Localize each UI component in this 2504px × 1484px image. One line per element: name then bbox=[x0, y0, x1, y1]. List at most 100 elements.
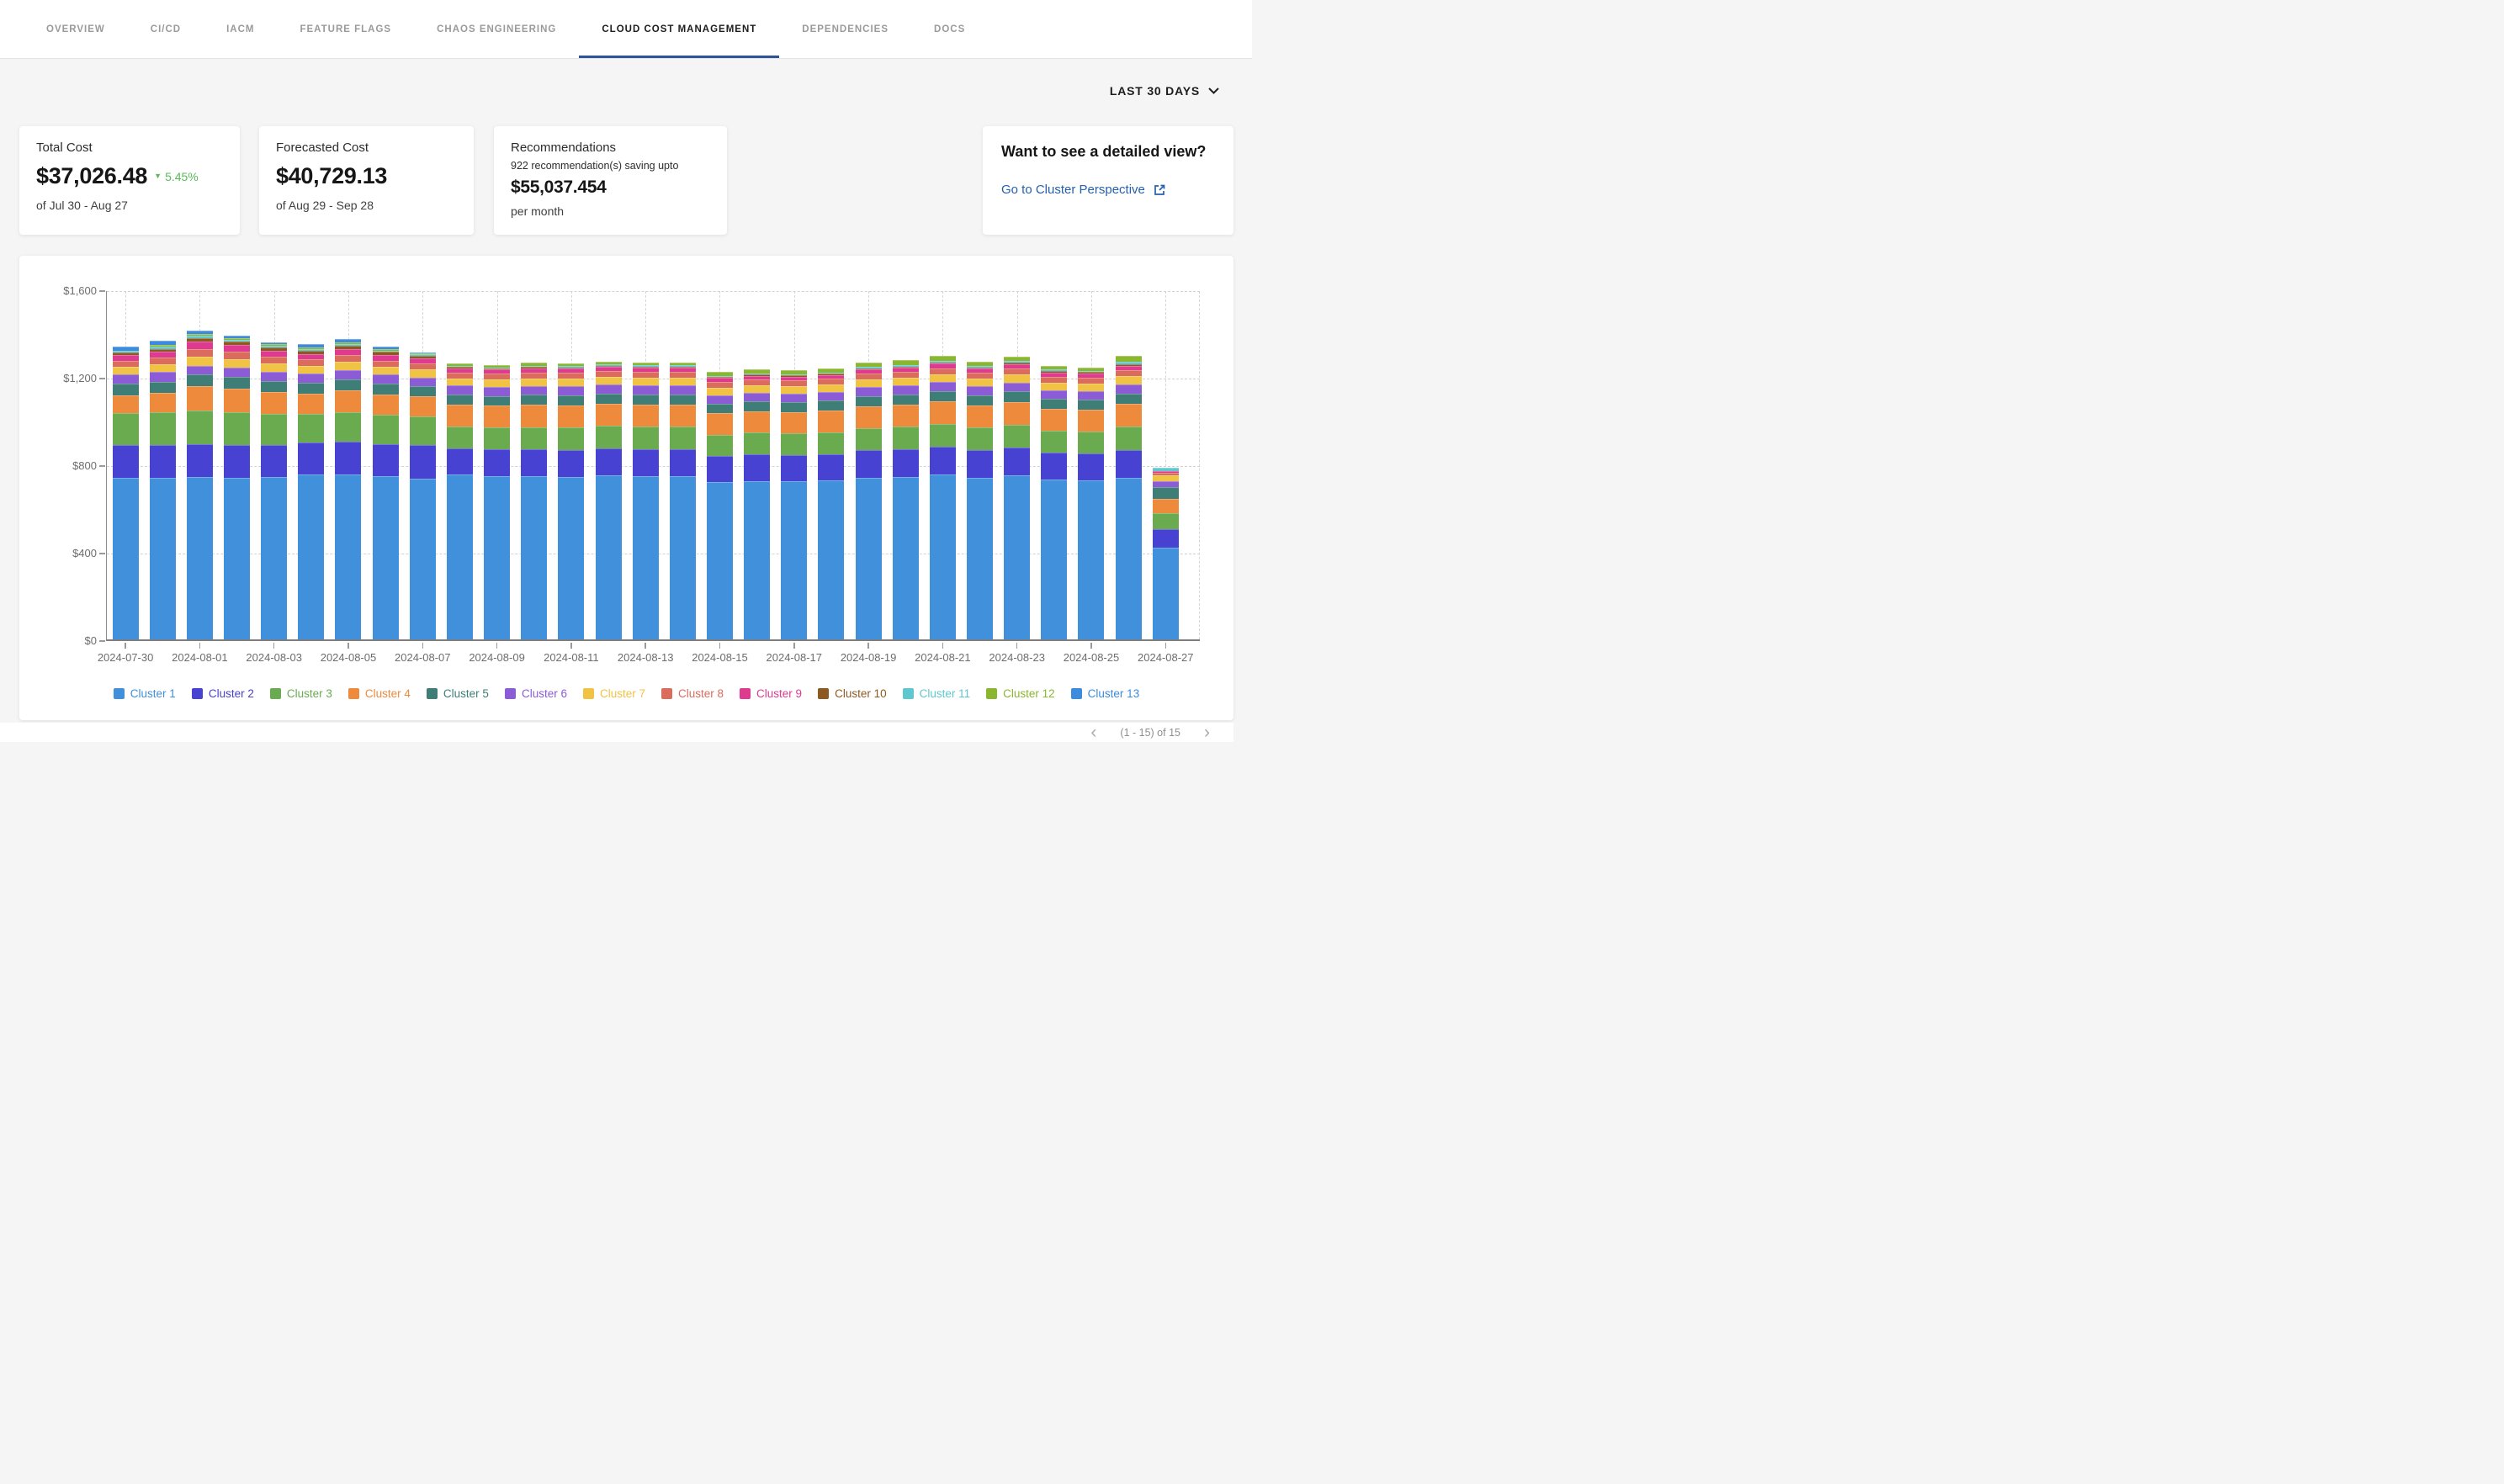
bar-segment[interactable] bbox=[967, 405, 993, 428]
bar-segment[interactable] bbox=[261, 351, 287, 357]
bar-segment[interactable] bbox=[484, 374, 510, 379]
bar-segment[interactable] bbox=[261, 381, 287, 392]
bar-segment[interactable] bbox=[261, 372, 287, 381]
bar-segment[interactable] bbox=[1116, 394, 1142, 404]
bar-segment[interactable] bbox=[1041, 377, 1067, 383]
bar-segment[interactable] bbox=[447, 405, 473, 427]
bar-segment[interactable] bbox=[856, 374, 882, 379]
bar-segment[interactable] bbox=[113, 374, 139, 384]
bar-segment[interactable] bbox=[261, 357, 287, 363]
bar-segment[interactable] bbox=[670, 449, 696, 476]
bar-segment[interactable] bbox=[670, 427, 696, 449]
bar-segment[interactable] bbox=[1004, 383, 1030, 392]
bar-segment[interactable] bbox=[1116, 370, 1142, 376]
bar-segment[interactable] bbox=[744, 385, 770, 393]
legend-item-cluster-6[interactable]: Cluster 6 bbox=[505, 687, 567, 700]
bar-segment[interactable] bbox=[670, 385, 696, 394]
bar-segment[interactable] bbox=[150, 382, 176, 393]
bar-segment[interactable] bbox=[224, 478, 250, 639]
bar-segment[interactable] bbox=[261, 445, 287, 477]
legend-item-cluster-12[interactable]: Cluster 12 bbox=[986, 687, 1055, 700]
bar-segment[interactable] bbox=[781, 386, 807, 394]
bar-segment[interactable] bbox=[1041, 383, 1067, 390]
bar-segment[interactable] bbox=[1116, 404, 1142, 427]
bar-segment[interactable] bbox=[1153, 513, 1179, 530]
stacked-bar[interactable] bbox=[633, 363, 659, 639]
bar-segment[interactable] bbox=[893, 405, 919, 427]
bar-segment[interactable] bbox=[335, 349, 361, 355]
bar-segment[interactable] bbox=[298, 366, 324, 374]
bar-segment[interactable] bbox=[224, 359, 250, 368]
bar-segment[interactable] bbox=[893, 372, 919, 378]
stacked-bar[interactable] bbox=[150, 341, 176, 639]
bar-segment[interactable] bbox=[856, 379, 882, 387]
bar-segment[interactable] bbox=[150, 372, 176, 382]
bar-segment[interactable] bbox=[187, 444, 213, 477]
bar-segment[interactable] bbox=[521, 395, 547, 405]
bar-segment[interactable] bbox=[967, 450, 993, 478]
bar-segment[interactable] bbox=[670, 378, 696, 385]
bar-segment[interactable] bbox=[373, 395, 399, 416]
bar-segment[interactable] bbox=[930, 447, 956, 474]
bar-segment[interactable] bbox=[707, 382, 733, 388]
tab-overview[interactable]: OVERVIEW bbox=[24, 0, 128, 58]
bar-segment[interactable] bbox=[113, 384, 139, 395]
stacked-bar[interactable] bbox=[410, 352, 436, 639]
bar-segment[interactable] bbox=[1041, 453, 1067, 480]
bar-segment[interactable] bbox=[558, 405, 584, 427]
bar-segment[interactable] bbox=[187, 349, 213, 357]
bar-segment[interactable] bbox=[113, 395, 139, 414]
bar-segment[interactable] bbox=[298, 383, 324, 393]
legend-item-cluster-11[interactable]: Cluster 11 bbox=[903, 687, 971, 700]
chevron-left-icon[interactable]: ‹ bbox=[1079, 725, 1108, 740]
bar-segment[interactable] bbox=[856, 450, 882, 477]
stacked-bar[interactable] bbox=[1116, 356, 1142, 639]
bar-segment[interactable] bbox=[596, 404, 622, 427]
bar-segment[interactable] bbox=[1041, 431, 1067, 453]
stacked-bar[interactable] bbox=[967, 362, 993, 639]
bar-segment[interactable] bbox=[633, 372, 659, 378]
bar-segment[interactable] bbox=[707, 395, 733, 404]
bar-segment[interactable] bbox=[670, 405, 696, 427]
bar-segment[interactable] bbox=[150, 445, 176, 478]
bar-segment[interactable] bbox=[818, 379, 844, 384]
bar-segment[interactable] bbox=[1078, 400, 1104, 410]
bar-segment[interactable] bbox=[521, 373, 547, 379]
legend-item-cluster-1[interactable]: Cluster 1 bbox=[114, 687, 176, 700]
bar-segment[interactable] bbox=[521, 427, 547, 450]
bar-segment[interactable] bbox=[150, 364, 176, 372]
bar-segment[interactable] bbox=[1004, 368, 1030, 374]
bar-segment[interactable] bbox=[410, 445, 436, 479]
bar-segment[interactable] bbox=[521, 379, 547, 386]
bar-segment[interactable] bbox=[744, 481, 770, 640]
stacked-bar[interactable] bbox=[596, 362, 622, 639]
bar-segment[interactable] bbox=[744, 401, 770, 411]
bar-segment[interactable] bbox=[967, 478, 993, 639]
bar-segment[interactable] bbox=[410, 416, 436, 444]
bar-segment[interactable] bbox=[335, 379, 361, 390]
bar-segment[interactable] bbox=[150, 358, 176, 364]
stacked-bar[interactable] bbox=[224, 336, 250, 639]
bar-segment[interactable] bbox=[187, 386, 213, 411]
bar-segment[interactable] bbox=[373, 415, 399, 443]
legend-item-cluster-3[interactable]: Cluster 3 bbox=[270, 687, 332, 700]
bar-segment[interactable] bbox=[744, 411, 770, 433]
stacked-bar[interactable] bbox=[707, 372, 733, 639]
stacked-bar[interactable] bbox=[521, 363, 547, 639]
bar-segment[interactable] bbox=[818, 400, 844, 411]
bar-segment[interactable] bbox=[1116, 427, 1142, 450]
bar-segment[interactable] bbox=[447, 385, 473, 394]
bar-segment[interactable] bbox=[781, 402, 807, 412]
bar-segment[interactable] bbox=[744, 379, 770, 385]
bar-segment[interactable] bbox=[781, 433, 807, 455]
bar-segment[interactable] bbox=[670, 476, 696, 639]
bar-segment[interactable] bbox=[484, 379, 510, 387]
bar-segment[interactable] bbox=[633, 385, 659, 394]
bar-segment[interactable] bbox=[187, 357, 213, 366]
bar-segment[interactable] bbox=[596, 475, 622, 639]
bar-segment[interactable] bbox=[335, 390, 361, 411]
cluster-perspective-link[interactable]: Go to Cluster Perspective bbox=[1001, 183, 1215, 197]
stacked-bar[interactable] bbox=[484, 365, 510, 639]
bar-segment[interactable] bbox=[373, 367, 399, 374]
stacked-bar[interactable] bbox=[187, 331, 213, 639]
